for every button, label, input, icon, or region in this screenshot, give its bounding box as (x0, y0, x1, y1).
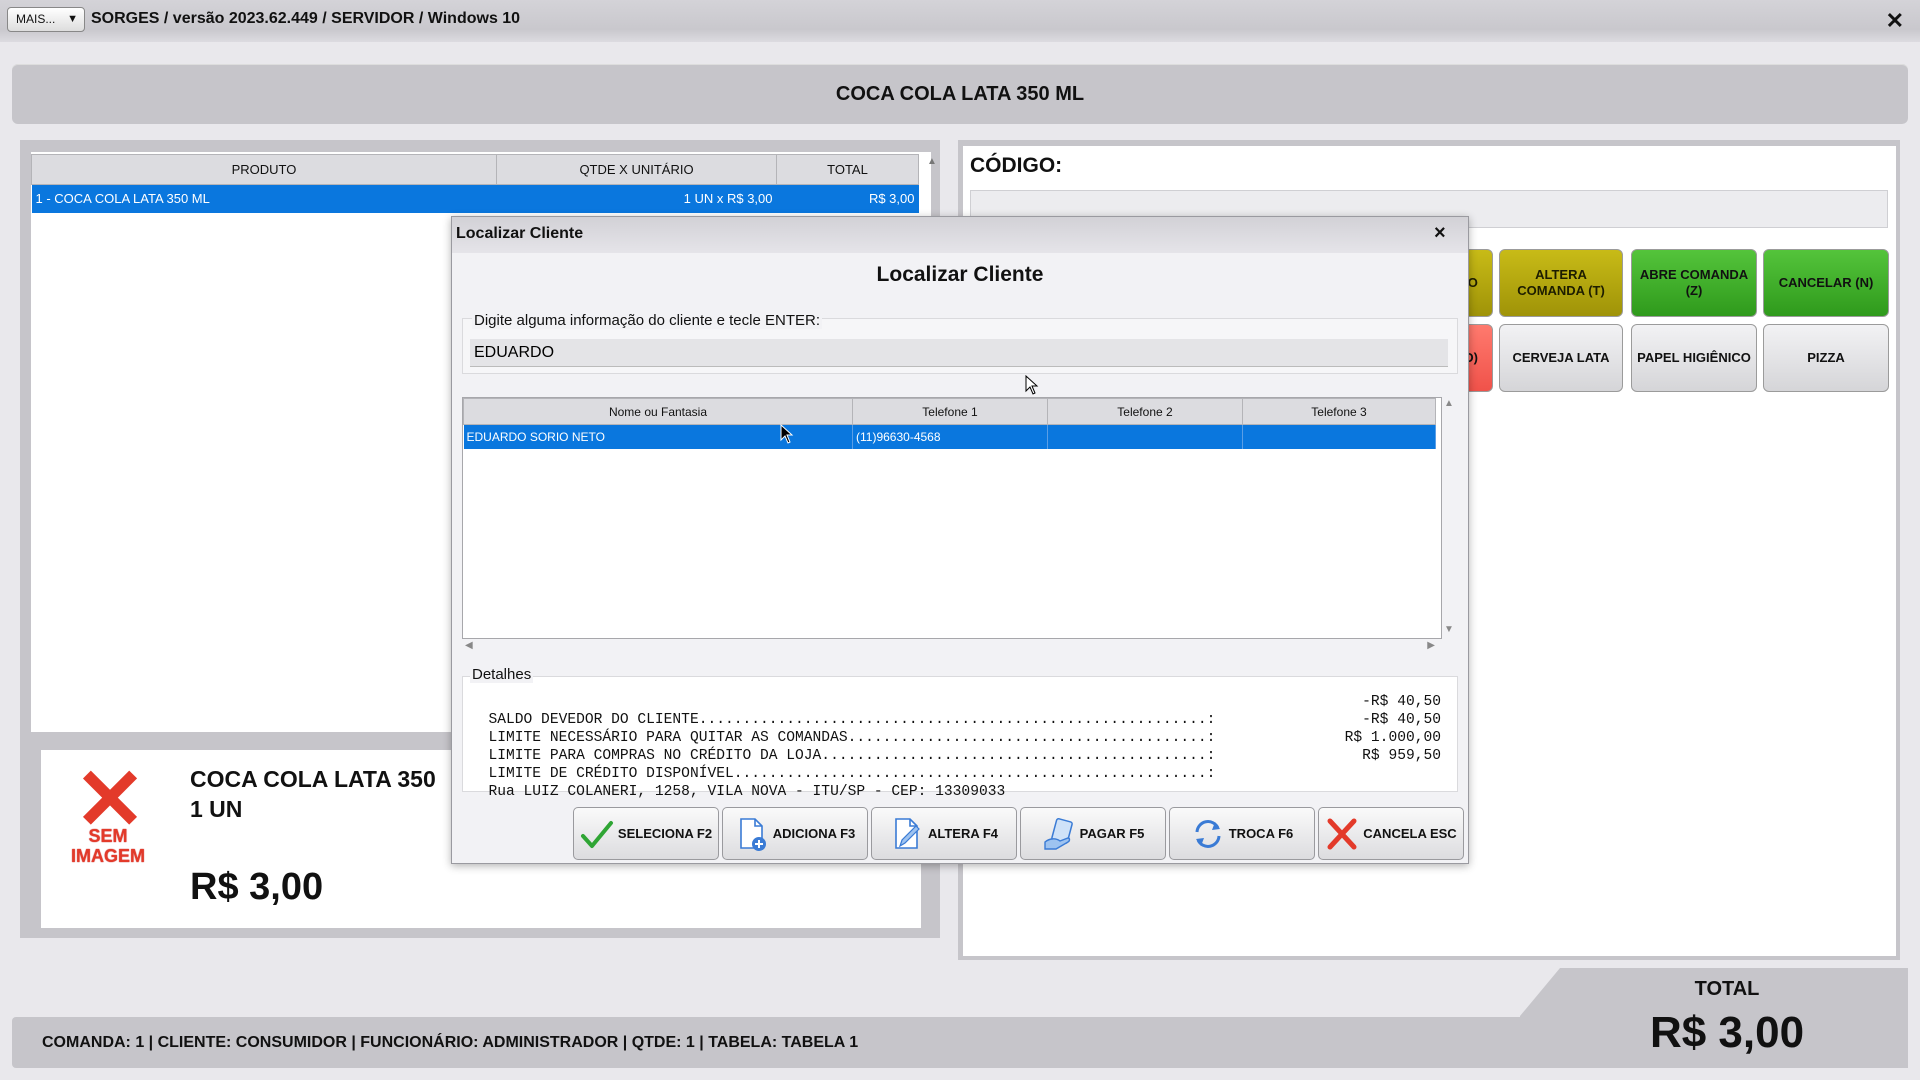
client-table: Nome ou Fantasia Telefone 1 Telefone 2 T… (463, 398, 1436, 449)
papel-higienico-button[interactable]: PAPEL HIGIÊNICO (1631, 324, 1757, 392)
payment-hand-icon (1043, 817, 1073, 850)
mais-label: MAIS... (16, 12, 56, 26)
detail-address: Rua LUIZ COLANERI, 1258, VILA NOVA - ITU… (471, 765, 1441, 801)
total-value: R$ 3,00 (1649, 1008, 1805, 1057)
seleciona-label: SELECIONA F2 (617, 826, 713, 841)
detail-value: -R$ 40,50 (1362, 712, 1441, 728)
adiciona-label: ADICIONA F3 (772, 826, 856, 841)
close-window-button[interactable]: ✕ (1886, 8, 1904, 34)
client-tel1: (11)96630-4568 (852, 424, 1048, 449)
scroll-up-arrow[interactable]: ▲ (927, 156, 937, 167)
abre-comanda-button[interactable]: ABRE COMANDA (Z) (1631, 249, 1757, 317)
checkmark-icon (580, 820, 613, 848)
item-total: R$ 3,00 (776, 184, 919, 213)
client-nome: EDUARDO SORIO NETO (463, 424, 853, 449)
dialog-title: Localizar Cliente (456, 225, 584, 242)
scroll-left-arrow[interactable]: ◀ (465, 640, 473, 651)
dialog-title-bar (452, 217, 1468, 253)
item-qtde: 1 UN x R$ 3,00 (496, 184, 777, 213)
col-total[interactable]: TOTAL (776, 154, 919, 185)
chevron-down-icon: ▼ (67, 13, 78, 25)
total-label: TOTAL (1694, 978, 1760, 1000)
grid-scroll-up-arrow[interactable]: ▲ (1444, 398, 1454, 409)
cancela-button[interactable]: CANCELA ESC (1318, 807, 1464, 860)
col-telefone1[interactable]: Telefone 1 (852, 398, 1048, 425)
client-tel2 (1047, 424, 1243, 449)
scroll-right-arrow[interactable]: ▶ (1427, 640, 1435, 651)
mais-dropdown[interactable]: MAIS... ▼ (7, 7, 85, 32)
pagar-label: PAGAR F5 (1079, 826, 1145, 841)
refresh-icon (1195, 819, 1221, 848)
cancelar-button[interactable]: CANCELAR (N) (1763, 249, 1889, 317)
dialog-heading: Localizar Cliente (876, 263, 1044, 286)
cerveja-lata-button[interactable]: CERVEJA LATA (1499, 324, 1623, 392)
grid-horizontal-scrollbar[interactable]: ◀ ▶ (463, 640, 1443, 654)
card-product-price: R$ 3,00 (190, 866, 324, 908)
cancel-x-icon (1327, 818, 1357, 849)
pagar-button[interactable]: PAGAR F5 (1020, 807, 1166, 860)
altera-button[interactable]: ALTERA F4 (871, 807, 1017, 860)
mouse-pointer-icon (780, 424, 794, 444)
col-produto[interactable]: PRODUTO (31, 154, 497, 185)
col-qtde[interactable]: QTDE X UNITÁRIO (496, 154, 777, 185)
pizza-button[interactable]: PIZZA (1763, 324, 1889, 392)
grid-scroll-down-arrow[interactable]: ▼ (1444, 624, 1454, 635)
item-produto: 1 - COCA COLA LATA 350 ML (31, 184, 497, 213)
current-product-header: COCA COLA LATA 350 ML (12, 64, 1908, 124)
card-product-qty: 1 UN (190, 796, 243, 822)
col-telefone2[interactable]: Telefone 2 (1047, 398, 1243, 425)
detail-value: -R$ 40,50 (1362, 694, 1441, 710)
mouse-cursor-icon (1025, 375, 1039, 395)
altera-label: ALTERA F4 (927, 826, 999, 841)
codigo-label: CÓDIGO: (970, 154, 1063, 177)
table-row[interactable]: 1 - COCA COLA LATA 350 ML 1 UN x R$ 3,00… (31, 184, 919, 213)
col-telefone3[interactable]: Telefone 3 (1242, 398, 1436, 425)
altera-comanda-button[interactable]: ALTERA COMANDA (T) (1499, 249, 1623, 317)
table-row[interactable]: EDUARDO SORIO NETO (11)96630-4568 (463, 424, 1436, 449)
detail-value: R$ 1.000,00 (1344, 730, 1441, 746)
app-title: SORGES / versão 2023.62.449 / SERVIDOR /… (91, 10, 521, 27)
search-label: Digite alguma informação do cliente e te… (472, 312, 822, 329)
col-nome[interactable]: Nome ou Fantasia (463, 398, 853, 425)
seleciona-button[interactable]: SELECIONA F2 (573, 807, 719, 860)
card-product-name: COCA COLA LATA 350 (190, 766, 436, 792)
client-search-input[interactable] (470, 339, 1448, 367)
add-document-icon (739, 817, 766, 851)
items-table: PRODUTO QTDE X UNITÁRIO TOTAL 1 - COCA C… (31, 154, 919, 213)
troca-label: TROCA F6 (1228, 826, 1294, 841)
details-label: Detalhes (470, 666, 534, 683)
edit-document-icon (895, 817, 920, 849)
adiciona-button[interactable]: ADICIONA F3 (722, 807, 868, 860)
troca-button[interactable]: TROCA F6 (1169, 807, 1315, 860)
client-tel3 (1242, 424, 1436, 449)
no-image-label: SEM IMAGEM (71, 826, 145, 866)
dialog-close-button[interactable]: × (1434, 222, 1446, 245)
detail-value: R$ 959,50 (1362, 748, 1441, 764)
detail-label: Rua LUIZ COLANERI, 1258, VILA NOVA - ITU… (488, 784, 1006, 800)
cancela-label: CANCELA ESC (1363, 826, 1457, 841)
